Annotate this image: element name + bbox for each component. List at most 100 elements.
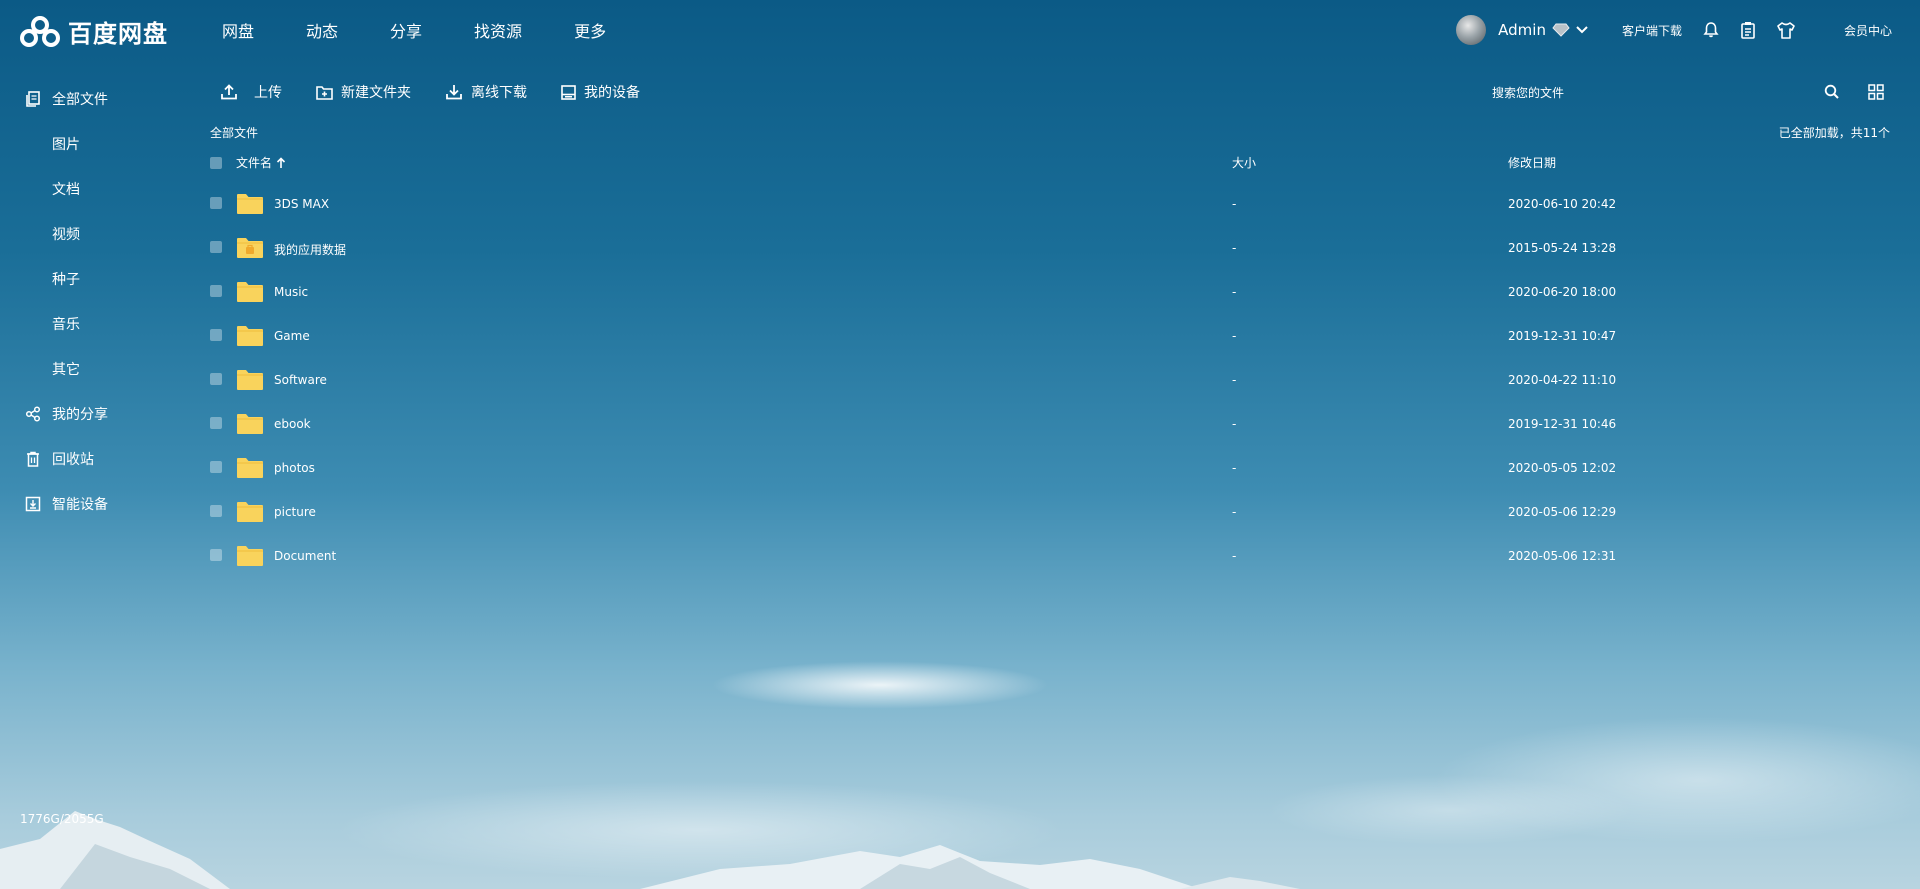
table-row[interactable]: Document - 2020-05-06 12:31 xyxy=(210,537,1890,581)
table-row[interactable]: picture - 2020-05-06 12:29 xyxy=(210,493,1890,537)
table-row[interactable]: 3DS MAX - 2020-06-10 20:42 xyxy=(210,185,1890,229)
nav-activity[interactable]: 动态 xyxy=(306,18,338,42)
table-row[interactable]: Software - 2020-04-22 11:10 xyxy=(210,361,1890,405)
table-row[interactable]: photos - 2020-05-05 12:02 xyxy=(210,449,1890,493)
clipboard-icon[interactable] xyxy=(1740,21,1756,39)
nav-more[interactable]: 更多 xyxy=(574,18,606,42)
file-size: - xyxy=(1232,197,1237,211)
table-row[interactable]: 我的应用数据 - 2015-05-24 13:28 xyxy=(210,229,1890,273)
search-icon[interactable] xyxy=(1824,84,1840,104)
file-date: 2019-12-31 10:46 xyxy=(1508,417,1617,431)
folder-icon xyxy=(237,282,263,302)
row-checkbox[interactable] xyxy=(210,373,222,385)
sidebar-item-smart-device[interactable]: 智能设备 xyxy=(0,481,180,526)
sidebar-item-all-files[interactable]: 全部文件 xyxy=(0,76,180,121)
table-row[interactable]: Game - 2019-12-31 10:47 xyxy=(210,317,1890,361)
files-icon xyxy=(24,90,42,107)
search-input[interactable] xyxy=(1490,85,1794,101)
share-icon xyxy=(24,405,42,422)
table-row[interactable]: Music - 2020-06-20 18:00 xyxy=(210,273,1890,317)
sidebar-item-others[interactable]: 其它 xyxy=(0,346,180,391)
file-name[interactable]: photos xyxy=(274,461,315,475)
file-date: 2020-06-10 20:42 xyxy=(1508,197,1617,211)
file-list: 3DS MAX - 2020-06-10 20:42 我的应用数据 - 2015… xyxy=(210,185,1890,581)
table-row[interactable]: ebook - 2019-12-31 10:46 xyxy=(210,405,1890,449)
grid-view-icon[interactable] xyxy=(1868,84,1884,104)
new-folder-button[interactable]: 新建文件夹 xyxy=(316,82,411,102)
sidebar-item-torrents[interactable]: 种子 xyxy=(0,256,180,301)
download-icon xyxy=(446,85,462,100)
username[interactable]: Admin xyxy=(1498,21,1546,39)
trash-icon xyxy=(24,451,42,467)
nav-share[interactable]: 分享 xyxy=(390,18,422,42)
app-data-folder-icon xyxy=(237,238,263,258)
file-name[interactable]: 我的应用数据 xyxy=(274,241,346,258)
file-date: 2015-05-24 13:28 xyxy=(1508,241,1617,255)
column-header-name[interactable]: 文件名 xyxy=(236,154,286,171)
column-header-date[interactable]: 修改日期 xyxy=(1508,154,1556,171)
nav-netdisk[interactable]: 网盘 xyxy=(222,18,254,42)
mountain-background xyxy=(0,811,1300,889)
file-date: 2020-05-06 12:31 xyxy=(1508,549,1617,563)
folder-icon xyxy=(237,458,263,478)
storage-usage: 1776G/2055G xyxy=(20,812,104,826)
file-date: 2020-05-05 12:02 xyxy=(1508,461,1617,475)
folder-icon xyxy=(237,370,263,390)
sidebar-item-documents[interactable]: 文档 xyxy=(0,166,180,211)
sidebar-item-label: 全部文件 xyxy=(52,91,108,108)
file-name[interactable]: Document xyxy=(274,549,336,563)
bell-icon[interactable] xyxy=(1702,21,1720,39)
file-name[interactable]: Game xyxy=(274,329,310,343)
row-checkbox[interactable] xyxy=(210,505,222,517)
my-devices-label: 我的设备 xyxy=(584,85,640,101)
sidebar-item-label: 种子 xyxy=(52,271,80,288)
chevron-down-icon[interactable] xyxy=(1576,26,1588,34)
row-checkbox[interactable] xyxy=(210,417,222,429)
breadcrumb[interactable]: 全部文件 xyxy=(210,126,258,140)
avatar[interactable] xyxy=(1456,15,1487,45)
baidu-netdisk-logo-icon xyxy=(20,15,60,47)
sidebar-item-label: 视频 xyxy=(52,226,80,243)
top-bar: 百度网盘 网盘 动态 分享 找资源 更多 Admin 客户端下载 会员中心 xyxy=(0,0,1920,60)
device-icon xyxy=(561,84,576,100)
file-size: - xyxy=(1232,373,1237,387)
top-nav: 网盘 动态 分享 找资源 更多 xyxy=(222,0,658,60)
row-checkbox[interactable] xyxy=(210,197,222,209)
toolbar: 上传 新建文件夹 离线下载 我的设备 xyxy=(220,80,674,104)
sidebar-item-pictures[interactable]: 图片 xyxy=(0,121,180,166)
sidebar-item-label: 音乐 xyxy=(52,316,80,333)
file-date: 2020-06-20 18:00 xyxy=(1508,285,1617,299)
sidebar-item-recycle-bin[interactable]: 回收站 xyxy=(0,436,180,481)
row-checkbox[interactable] xyxy=(210,461,222,473)
sidebar: 全部文件 图片 文档 视频 种子 音乐 其它 我的分享 回收站 智能设备 xyxy=(0,76,180,526)
sidebar-item-videos[interactable]: 视频 xyxy=(0,211,180,256)
file-name[interactable]: ebook xyxy=(274,417,311,431)
logo[interactable]: 百度网盘 xyxy=(20,14,168,49)
file-name[interactable]: picture xyxy=(274,505,316,519)
search-box xyxy=(1490,80,1839,106)
client-download-link[interactable]: 客户端下载 xyxy=(1622,22,1682,39)
folder-icon xyxy=(237,414,263,434)
file-size: - xyxy=(1232,461,1237,475)
offline-download-button[interactable]: 离线下载 xyxy=(445,82,527,102)
sidebar-item-my-share[interactable]: 我的分享 xyxy=(0,391,180,436)
select-all-checkbox[interactable] xyxy=(210,157,222,169)
tshirt-skin-icon[interactable] xyxy=(1776,21,1796,39)
file-size: - xyxy=(1232,505,1237,519)
nav-find-resources[interactable]: 找资源 xyxy=(474,18,522,42)
file-name[interactable]: Software xyxy=(274,373,327,387)
row-checkbox[interactable] xyxy=(210,241,222,253)
row-checkbox[interactable] xyxy=(210,329,222,341)
row-checkbox[interactable] xyxy=(210,549,222,561)
row-checkbox[interactable] xyxy=(210,285,222,297)
member-center-link[interactable]: 会员中心 xyxy=(1844,22,1892,39)
file-name[interactable]: 3DS MAX xyxy=(274,197,329,211)
upload-button[interactable]: 上传 xyxy=(220,82,282,102)
sidebar-item-music[interactable]: 音乐 xyxy=(0,301,180,346)
file-name[interactable]: Music xyxy=(274,285,308,299)
column-header-size[interactable]: 大小 xyxy=(1232,154,1256,171)
diamond-icon xyxy=(1552,23,1570,37)
file-size: - xyxy=(1232,549,1237,563)
my-devices-button[interactable]: 我的设备 xyxy=(561,82,640,102)
file-size: - xyxy=(1232,329,1237,343)
